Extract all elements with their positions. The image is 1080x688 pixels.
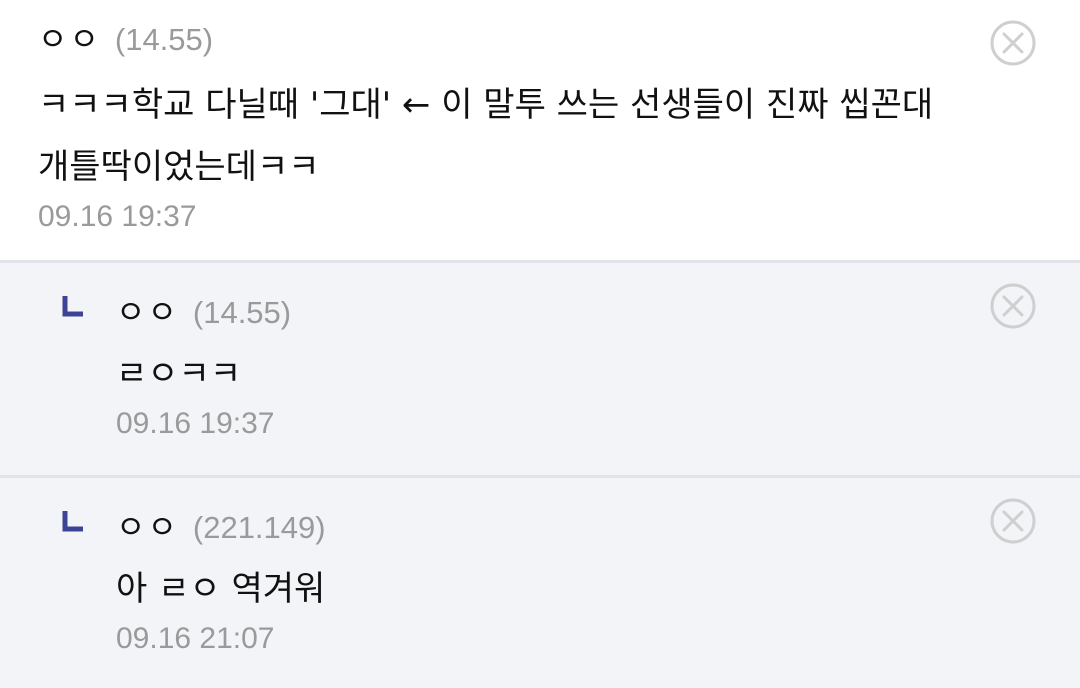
comment-body: ㅋㅋㅋ학교 다닐때 '그대' ← 이 말투 쓰는 선생들이 진짜 씹꼰대 개틀딱… bbox=[38, 85, 934, 187]
delete-button[interactable] bbox=[990, 20, 1036, 66]
comment-author[interactable]: ㅇㅇ bbox=[38, 14, 101, 60]
reply-body: 아 ㄹㅇ 역겨워 bbox=[116, 569, 326, 609]
reply-time: 09.16 21:07 bbox=[116, 622, 275, 655]
reply-corner-icon bbox=[62, 510, 84, 532]
comment: ㅇㅇ (14.55) ㅋㅋㅋ학교 다닐때 '그대' ← 이 말투 쓰는 선생들이… bbox=[0, 0, 1080, 260]
reply-author[interactable]: ㅇㅇ bbox=[116, 287, 179, 333]
close-circle-icon bbox=[990, 20, 1036, 66]
reply-ip: (14.55) bbox=[192, 295, 292, 330]
reply-ip: (221.149) bbox=[192, 510, 326, 545]
comment-thread: ㅇㅇ (14.55) ㅋㅋㅋ학교 다닐때 '그대' ← 이 말투 쓰는 선생들이… bbox=[0, 0, 1080, 688]
reply-corner-icon bbox=[62, 295, 84, 317]
reply-comment: ㅇㅇ (221.149) 아 ㄹㅇ 역겨워 09.16 21:07 bbox=[0, 475, 1080, 688]
reply-time: 09.16 19:37 bbox=[116, 407, 275, 440]
close-circle-icon bbox=[990, 498, 1036, 544]
comment-header: ㅇㅇ (14.55) bbox=[38, 14, 1080, 60]
close-circle-icon bbox=[990, 283, 1036, 329]
reply-body: ㄹㅇㅋㅋ bbox=[116, 354, 242, 394]
comment-ip: (14.55) bbox=[114, 22, 214, 57]
comment-time: 09.16 19:37 bbox=[38, 200, 197, 233]
delete-button[interactable] bbox=[990, 283, 1036, 329]
reply-comment: ㅇㅇ (14.55) ㄹㅇㅋㅋ 09.16 19:37 bbox=[0, 260, 1080, 475]
reply-header: ㅇㅇ (14.55) bbox=[116, 287, 1080, 333]
reply-author[interactable]: ㅇㅇ bbox=[116, 502, 179, 548]
reply-header: ㅇㅇ (221.149) bbox=[116, 502, 1080, 548]
delete-button[interactable] bbox=[990, 498, 1036, 544]
